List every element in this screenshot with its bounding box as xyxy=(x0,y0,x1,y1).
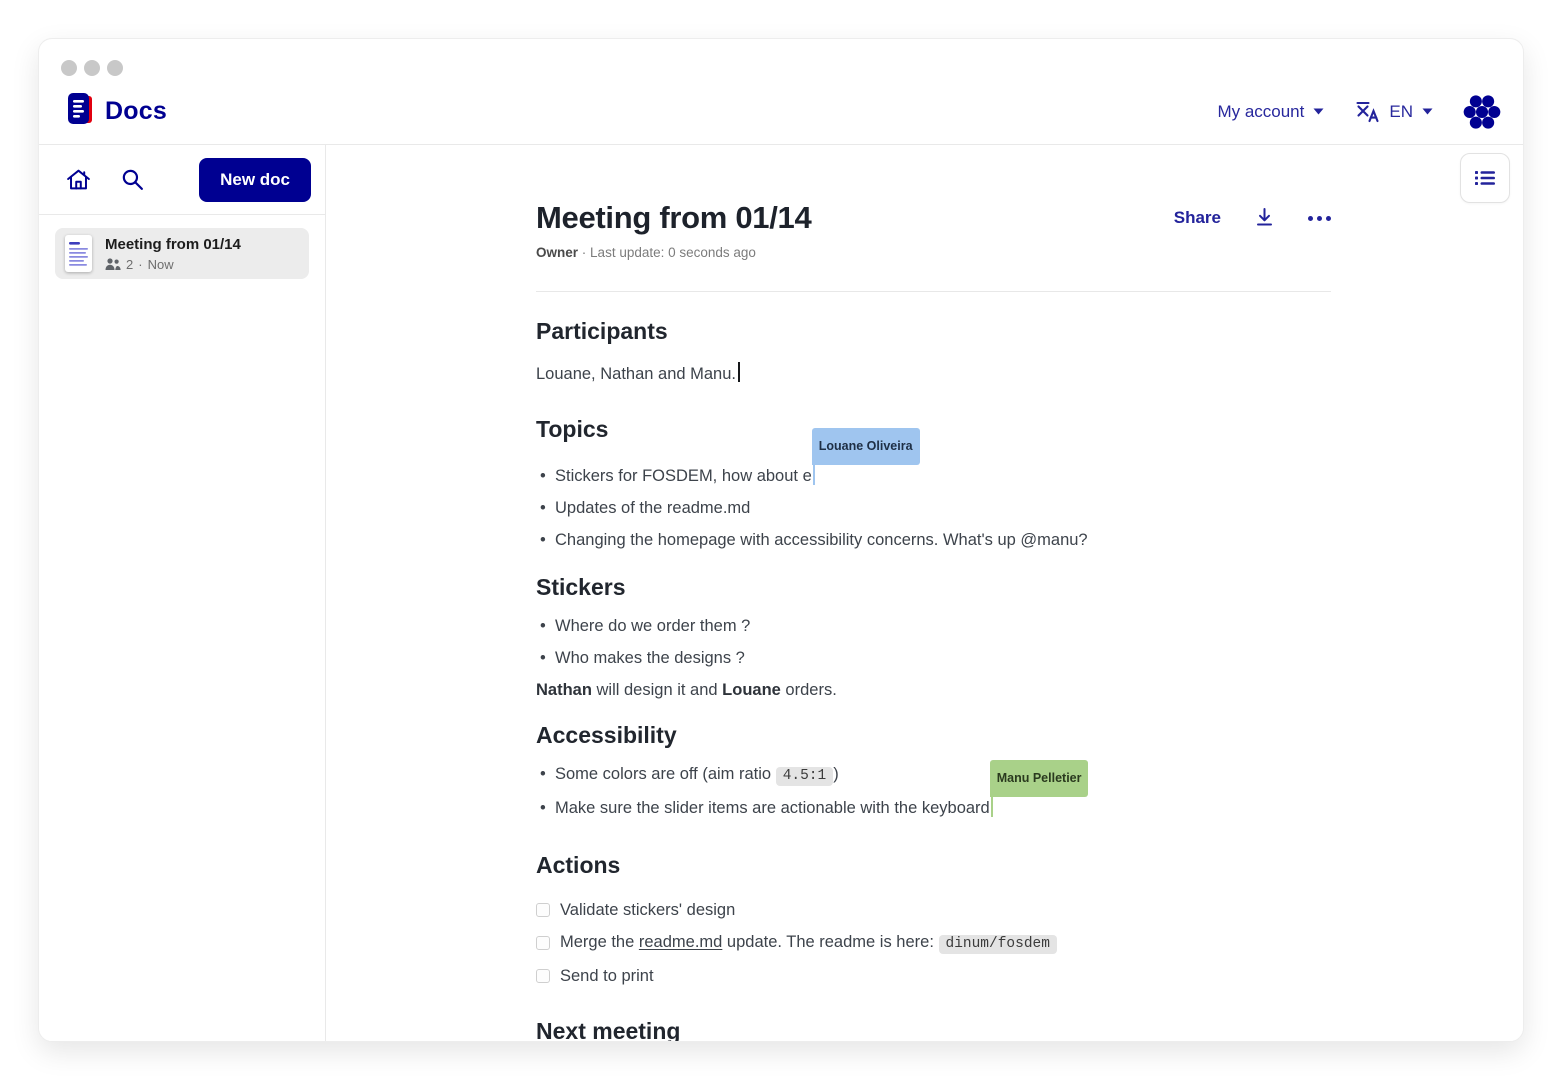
heading-stickers[interactable]: Stickers xyxy=(536,572,1331,602)
chevron-down-icon xyxy=(1313,108,1324,115)
heading-accessibility[interactable]: Accessibility xyxy=(536,720,1331,750)
apps-gaufre-icon xyxy=(1463,93,1501,131)
meta-sep: · xyxy=(582,245,587,260)
chevron-down-icon xyxy=(1422,108,1433,115)
heading-actions[interactable]: Actions xyxy=(536,850,1331,880)
checkbox[interactable] xyxy=(536,936,550,950)
language-code: EN xyxy=(1389,102,1413,122)
collab-cursor-label: Louane Oliveira xyxy=(812,428,920,465)
window-controls xyxy=(61,60,123,76)
checkbox[interactable] xyxy=(536,903,550,917)
app-name: Docs xyxy=(105,97,167,126)
checkbox[interactable] xyxy=(536,969,550,983)
download-icon xyxy=(1253,206,1276,230)
sticker-item[interactable]: •Who makes the designs ? xyxy=(536,642,1331,674)
sidebar: New doc Meeting xyxy=(39,145,326,1042)
share-button[interactable]: Share xyxy=(1174,208,1221,228)
collab-cursor-manu: Manu Pelletier xyxy=(991,796,993,817)
owner-badge: Owner xyxy=(536,245,578,260)
divider xyxy=(536,291,1331,292)
heading-topics[interactable]: Topics xyxy=(536,414,1331,444)
my-account-label: My account xyxy=(1217,102,1304,122)
document-meta: Owner · Last update: 0 seconds ago xyxy=(536,245,1331,260)
topic-item[interactable]: •Updates of the readme.md xyxy=(536,492,1331,524)
sidebar-doc-sep: · xyxy=(138,257,142,272)
app-window: Docs My account xyxy=(38,38,1524,1042)
heading-participants[interactable]: Participants xyxy=(536,316,1331,346)
table-of-contents-button[interactable] xyxy=(1460,153,1510,203)
task-item: Validate stickers' design xyxy=(536,894,1331,926)
window-dot[interactable] xyxy=(84,60,100,76)
window-dot[interactable] xyxy=(61,60,77,76)
sidebar-doc-title: Meeting from 01/14 xyxy=(105,236,241,253)
document-editor[interactable]: Participants Louane, Nathan and Manu. To… xyxy=(536,316,1331,1042)
download-button[interactable] xyxy=(1253,206,1276,230)
language-selector[interactable]: EN xyxy=(1354,99,1433,125)
sidebar-doc-item[interactable]: Meeting from 01/14 2 xyxy=(55,228,309,279)
accessibility-item[interactable]: •Some colors are off (aim ratio 4.5:1) xyxy=(536,758,1331,792)
sidebar-doc-members: 2 xyxy=(126,257,133,272)
my-account-menu[interactable]: My account xyxy=(1217,102,1324,122)
document-pane: Meeting from 01/14 Share xyxy=(326,145,1523,1042)
la-suite-apps-button[interactable] xyxy=(1463,93,1501,131)
task-item: Merge the readme.md update. The readme i… xyxy=(536,926,1331,960)
last-update-text: Last update: 0 seconds ago xyxy=(590,245,756,260)
translate-icon xyxy=(1354,99,1380,125)
document-title[interactable]: Meeting from 01/14 xyxy=(536,200,811,236)
home-icon xyxy=(65,166,92,193)
more-options-button[interactable] xyxy=(1308,216,1331,221)
heading-next-meeting[interactable]: Next meeting xyxy=(536,1016,1331,1042)
new-doc-button[interactable]: New doc xyxy=(199,158,311,202)
search-icon xyxy=(120,167,145,192)
text-cursor xyxy=(738,362,740,382)
docs-logo-icon xyxy=(65,92,95,131)
sticker-item[interactable]: •Where do we order them ? xyxy=(536,610,1331,642)
collab-cursor-label: Manu Pelletier xyxy=(990,760,1089,797)
list-icon xyxy=(1473,166,1497,190)
stickers-note[interactable]: Nathan will design it and Louane orders. xyxy=(536,674,1331,706)
sidebar-doc-updated: Now xyxy=(148,257,174,272)
task-item: Send to print xyxy=(536,960,1331,992)
accessibility-item[interactable]: •Make sure the slider items are actionab… xyxy=(536,792,1331,824)
topic-item[interactable]: •Changing the homepage with accessibilit… xyxy=(536,524,1331,556)
inline-code: dinum/fosdem xyxy=(939,935,1057,954)
home-button[interactable] xyxy=(65,166,92,193)
app-header: Docs My account xyxy=(39,39,1523,144)
app-logo[interactable]: Docs xyxy=(65,92,167,131)
readme-link[interactable]: readme.md xyxy=(639,933,722,951)
inline-code: 4.5:1 xyxy=(776,767,834,786)
collab-cursor-louane: Louane Oliveira xyxy=(813,464,815,485)
members-icon xyxy=(105,258,121,270)
topic-item[interactable]: •Stickers for FOSDEM, how about eLouane … xyxy=(536,460,1331,492)
window-dot[interactable] xyxy=(107,60,123,76)
document-thumbnail-icon xyxy=(65,235,92,272)
search-button[interactable] xyxy=(120,167,145,192)
participants-text[interactable]: Louane, Nathan and Manu. xyxy=(536,358,1331,390)
